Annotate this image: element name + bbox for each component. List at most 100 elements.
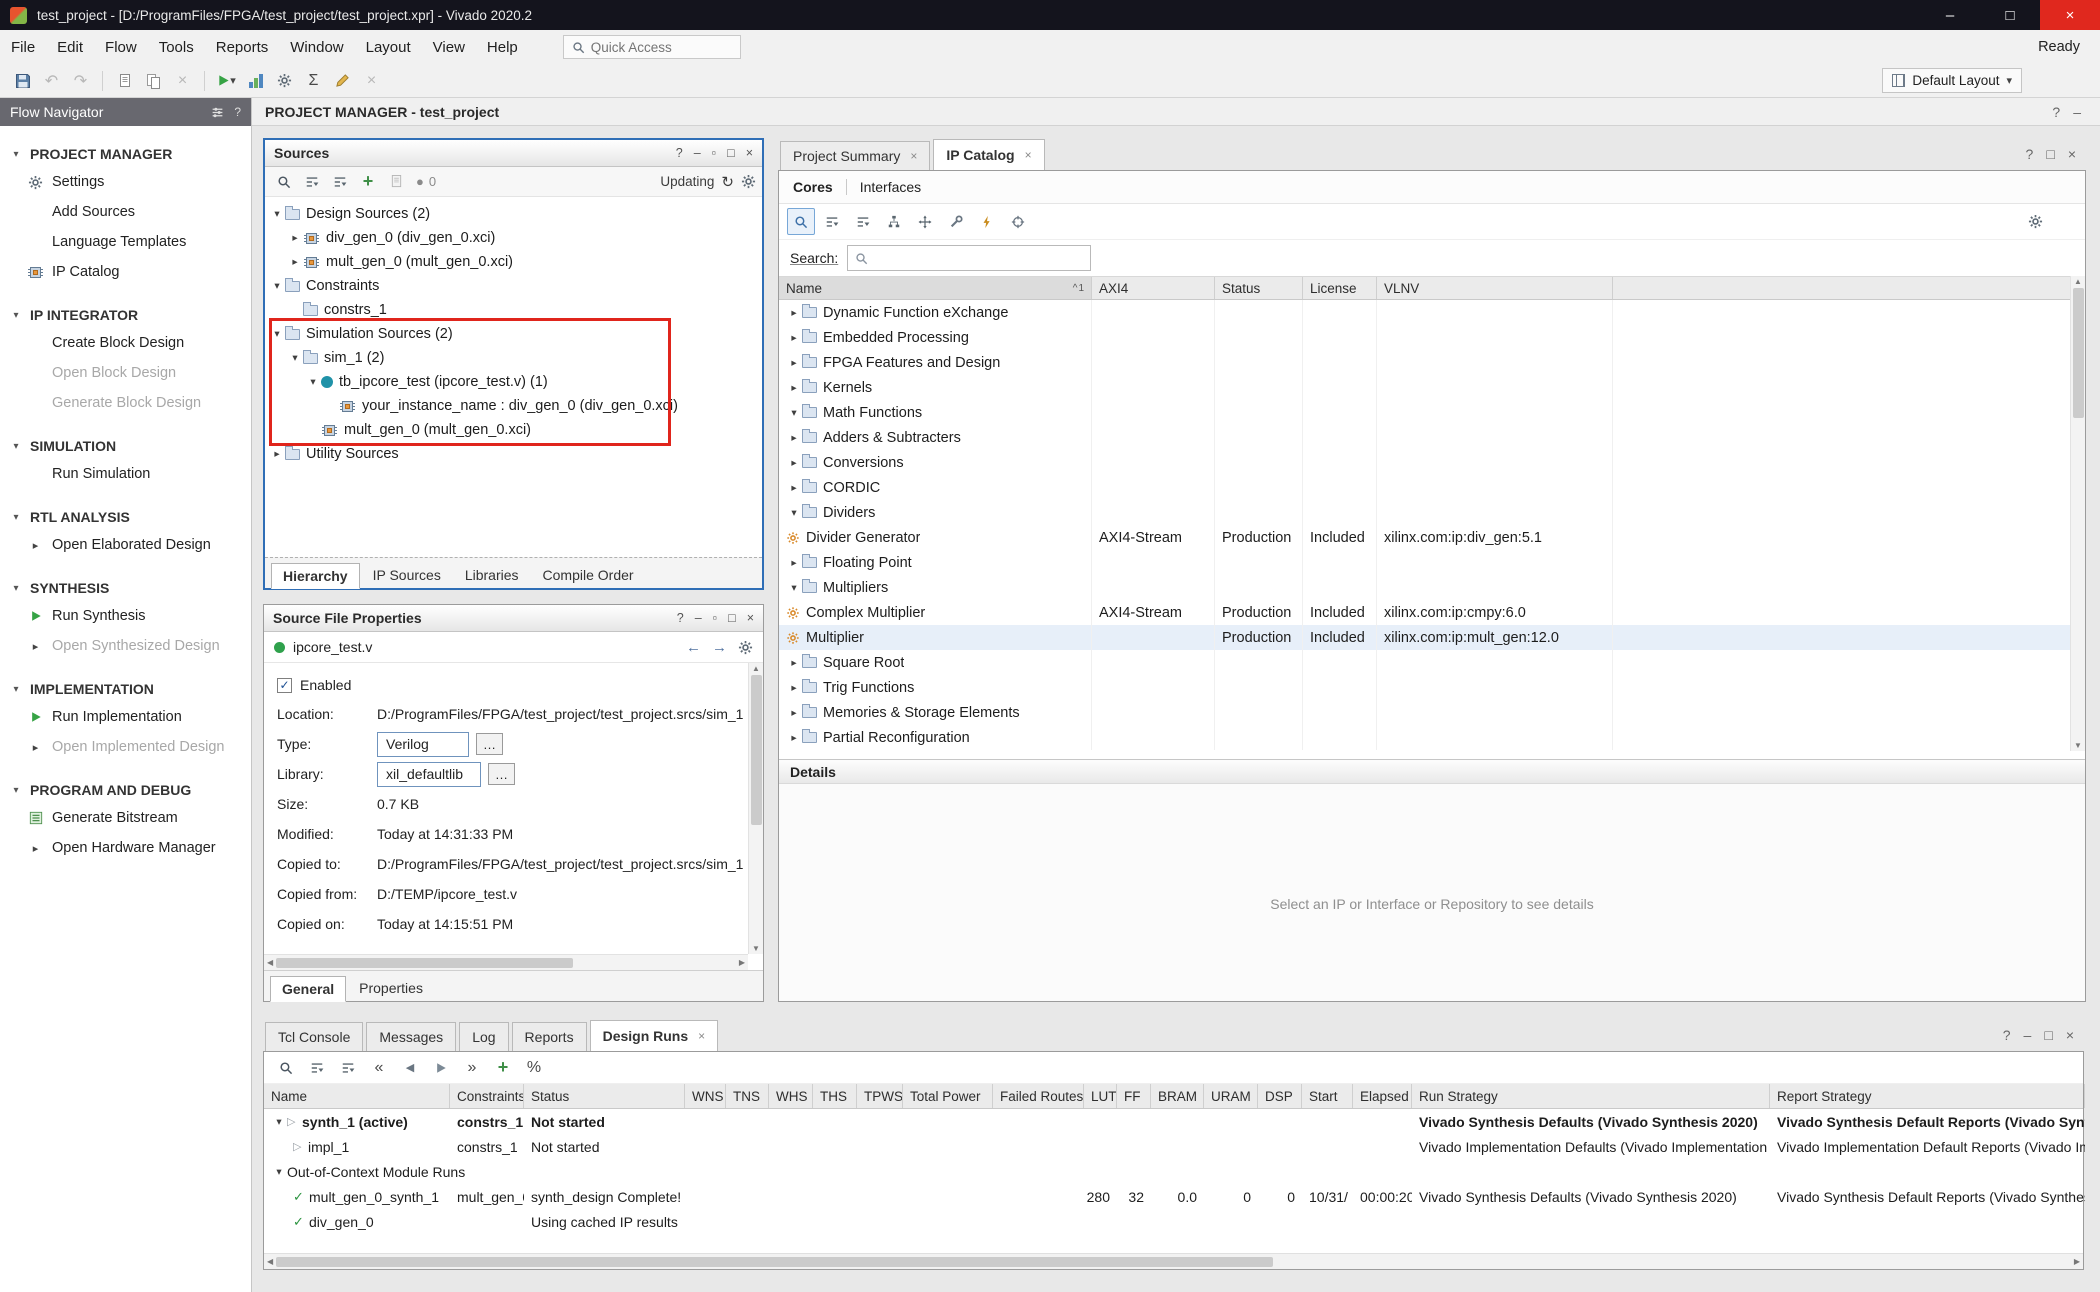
settings-button[interactable] [2021, 208, 2049, 235]
back-icon[interactable]: ← [686, 639, 701, 656]
search-button[interactable] [271, 170, 297, 194]
ip-row-conversions[interactable]: ▸Conversions [779, 450, 2085, 475]
tree-item-constraints[interactable]: ▾Constraints [265, 274, 762, 298]
scrollbar-thumb[interactable] [276, 958, 572, 968]
chevron-right-icon[interactable]: ▸ [786, 432, 802, 444]
ip-row-dynamic-function-exchange[interactable]: ▸Dynamic Function eXchange [779, 300, 2085, 325]
menu-tools[interactable]: Tools [148, 39, 205, 56]
sum-button[interactable]: Σ [299, 68, 328, 94]
menu-edit[interactable]: Edit [46, 39, 94, 56]
settings-button[interactable] [270, 68, 299, 94]
add-repository-button[interactable] [911, 208, 939, 235]
tree-item-simulation-sources[interactable]: ▾Simulation Sources (2) [265, 322, 762, 346]
maximize-icon[interactable]: □ [727, 146, 735, 160]
close-icon[interactable]: × [1025, 148, 1032, 162]
browse-button[interactable]: … [476, 733, 503, 755]
ip-row-fpga-features[interactable]: ▸FPGA Features and Design [779, 350, 2085, 375]
undo-button[interactable]: ↶ [37, 68, 66, 94]
save-button[interactable] [8, 68, 37, 94]
horizontal-scrollbar[interactable]: ◀ ▶ [264, 1253, 2083, 1269]
minimize-icon[interactable]: – [2024, 1027, 2032, 1043]
ip-row-embedded-processing[interactable]: ▸Embedded Processing [779, 325, 2085, 350]
chevron-down-icon[interactable]: ▾ [269, 328, 285, 340]
sidebar-item-generate-block-design[interactable]: Generate Block Design [0, 388, 251, 418]
chevron-down-icon[interactable]: ▾ [786, 582, 802, 594]
chevron-right-icon[interactable]: ▸ [786, 332, 802, 344]
tab-ip-catalog[interactable]: IP Catalog× [933, 139, 1044, 171]
chevron-right-icon[interactable]: ▸ [786, 457, 802, 469]
customize-ip-button[interactable] [942, 208, 970, 235]
sidebar-item-ip-catalog[interactable]: IP Catalog [0, 257, 251, 287]
search-input[interactable] [847, 245, 1091, 271]
float-icon[interactable]: ▫ [712, 146, 716, 160]
ip-row-trig-functions[interactable]: ▸Trig Functions [779, 675, 2085, 700]
sidebar-item-settings[interactable]: Settings [0, 167, 251, 197]
tree-item-sim-mult-gen-0[interactable]: mult_gen_0 (mult_gen_0.xci) [265, 418, 762, 442]
tab-design-runs[interactable]: Design Runs× [590, 1020, 719, 1052]
maximize-button[interactable]: □ [1980, 0, 2040, 30]
ip-row-math-functions[interactable]: ▾Math Functions [779, 400, 2085, 425]
paste-button[interactable] [139, 68, 168, 94]
run-button[interactable] [427, 1054, 455, 1081]
close-icon[interactable]: × [910, 149, 917, 163]
tab-general[interactable]: General [270, 976, 346, 1002]
column-license[interactable]: License [1303, 277, 1377, 299]
menu-help[interactable]: Help [476, 39, 529, 56]
section-header-synthesis[interactable]: ▾SYNTHESIS [0, 575, 251, 601]
column-start[interactable]: Start [1302, 1084, 1353, 1108]
column-elapsed[interactable]: Elapsed [1353, 1084, 1412, 1108]
sidebar-item-open-synthesized-design[interactable]: ▸Open Synthesized Design [0, 631, 251, 661]
chevron-down-icon[interactable]: ▾ [269, 280, 285, 292]
section-header-ip-integrator[interactable]: ▾IP INTEGRATOR [0, 302, 251, 328]
analysis-button[interactable] [241, 68, 270, 94]
type-input[interactable]: Verilog [377, 732, 469, 757]
menu-reports[interactable]: Reports [205, 39, 280, 56]
menu-window[interactable]: Window [279, 39, 354, 56]
column-ths[interactable]: THS [813, 1084, 857, 1108]
chevron-right-icon[interactable]: ▸ [786, 307, 802, 319]
column-wns[interactable]: WNS [685, 1084, 726, 1108]
ip-row-floating-point[interactable]: ▸Floating Point [779, 550, 2085, 575]
search-button[interactable] [272, 1054, 300, 1081]
copy-button[interactable] [110, 68, 139, 94]
column-status[interactable]: Status [524, 1084, 685, 1108]
ip-row-dividers[interactable]: ▾Dividers [779, 500, 2085, 525]
minimize-icon[interactable]: – [2073, 104, 2081, 120]
chevron-right-icon[interactable]: ▸ [287, 256, 303, 268]
tab-hierarchy[interactable]: Hierarchy [271, 563, 360, 589]
column-lut[interactable]: LUT [1084, 1084, 1117, 1108]
redo-button[interactable]: ↷ [66, 68, 95, 94]
run-row-impl-1[interactable]: ▷impl_1 constrs_1 Not started Vivado Imp… [264, 1134, 2083, 1159]
chevron-right-icon[interactable]: ▸ [786, 732, 802, 744]
subtab-interfaces[interactable]: Interfaces [860, 179, 921, 195]
column-bram[interactable]: BRAM [1151, 1084, 1204, 1108]
scroll-up-icon[interactable]: ▲ [2074, 277, 2082, 286]
collapse-all-button[interactable] [299, 170, 325, 194]
tab-tcl-console[interactable]: Tcl Console [265, 1022, 363, 1051]
ip-row-kernels[interactable]: ▸Kernels [779, 375, 2085, 400]
minimize-icon[interactable]: – [694, 146, 701, 160]
chevron-right-icon[interactable]: ▸ [786, 557, 802, 569]
cancel-button[interactable]: × [357, 68, 386, 94]
sidebar-item-open-elaborated-design[interactable]: ▸Open Elaborated Design [0, 530, 251, 560]
chevron-right-icon[interactable]: ▸ [786, 382, 802, 394]
scroll-down-icon[interactable]: ▼ [752, 944, 760, 953]
run-row-ooc-group[interactable]: ▾Out-of-Context Module Runs [264, 1159, 2083, 1184]
scrollbar-thumb[interactable] [2073, 288, 2084, 418]
help-icon[interactable]: ? [2026, 146, 2034, 162]
run-row-mult-gen-0-synth-1[interactable]: ✓mult_gen_0_synth_1 mult_gen_0 synth_des… [264, 1184, 2083, 1209]
sidebar-item-create-block-design[interactable]: Create Block Design [0, 328, 251, 358]
layout-selector[interactable]: Default Layout ▾ [1882, 68, 2022, 93]
sidebar-item-open-block-design[interactable]: Open Block Design [0, 358, 251, 388]
enabled-checkbox[interactable]: ✓ [277, 678, 292, 693]
edit-button[interactable] [328, 68, 357, 94]
ip-row-square-root[interactable]: ▸Square Root [779, 650, 2085, 675]
collapse-all-button[interactable] [818, 208, 846, 235]
column-name[interactable]: Name^1 [779, 277, 1092, 299]
chevron-right-icon[interactable]: ▸ [786, 707, 802, 719]
scroll-left-icon[interactable]: ◀ [267, 1257, 273, 1266]
subtab-cores[interactable]: Cores [793, 179, 833, 195]
column-status[interactable]: Status [1215, 277, 1303, 299]
sidebar-item-run-synthesis[interactable]: Run Synthesis [0, 601, 251, 631]
sidebar-item-run-implementation[interactable]: Run Implementation [0, 702, 251, 732]
